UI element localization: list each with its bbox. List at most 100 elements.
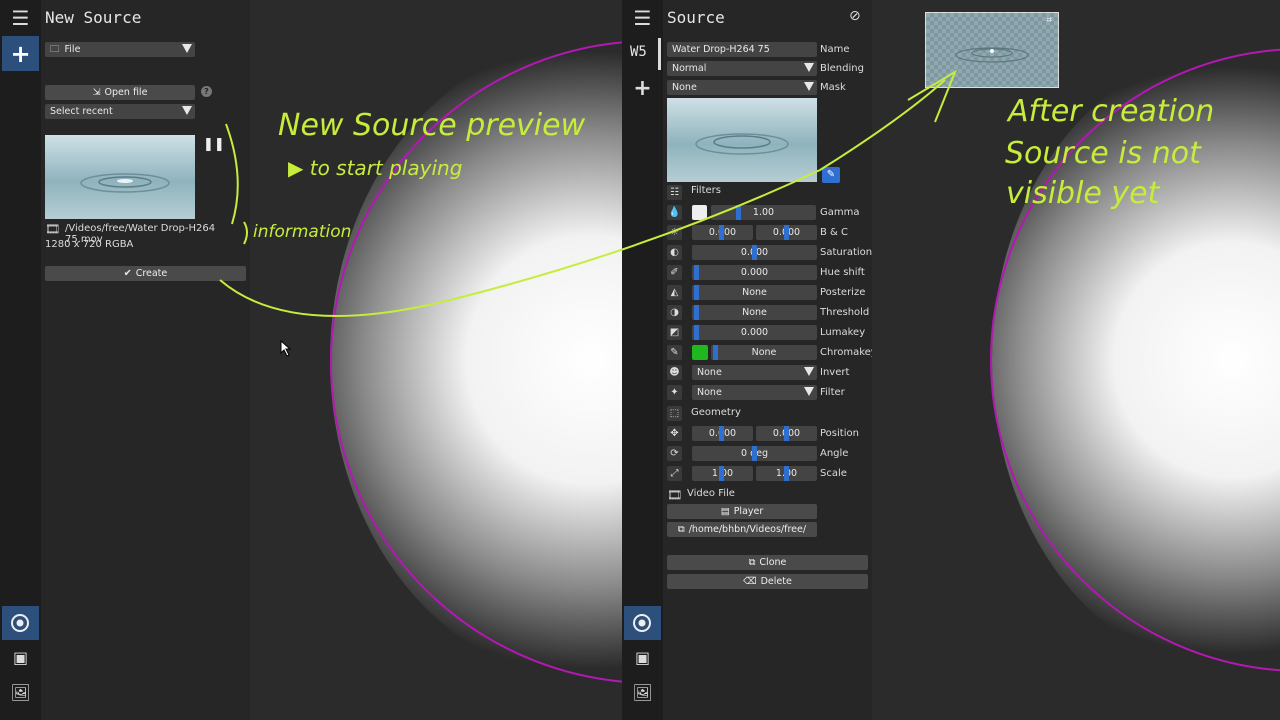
backspace-icon: ⌫ xyxy=(743,576,757,587)
scale-label: Scale xyxy=(820,468,847,479)
angle-label: Angle xyxy=(820,448,849,459)
saturation-label: Saturation xyxy=(820,247,873,258)
position-x-handle[interactable] xyxy=(719,426,724,441)
delete-button[interactable]: ⌫ Delete xyxy=(667,574,868,589)
scale-x-handle[interactable] xyxy=(719,466,724,481)
scale-y-handle[interactable] xyxy=(784,466,789,481)
bc-label: B & C xyxy=(820,227,848,238)
path-label: /home/bhbn/Videos/free/ xyxy=(688,524,807,535)
menu-icon[interactable]: ☰ xyxy=(622,6,663,30)
chromakey-label: Chromakey xyxy=(820,347,877,358)
blending-label: Blending xyxy=(820,63,864,74)
annotation-after-1: After creation xyxy=(1008,94,1215,129)
angle-handle[interactable] xyxy=(752,446,757,461)
pause-icon[interactable]: ❚❚ xyxy=(203,137,225,152)
gamma-slider[interactable]: 1.00 xyxy=(711,205,816,220)
mask-value: None xyxy=(672,82,697,93)
create-button[interactable]: ✔ Create xyxy=(45,266,246,281)
chromakey-slider-handle[interactable] xyxy=(713,345,718,360)
view-mixing-button[interactable] xyxy=(624,606,661,640)
add-source-button[interactable]: + xyxy=(2,36,39,71)
open-file-label: Open file xyxy=(104,87,148,98)
lumakey-label: Lumakey xyxy=(820,327,866,338)
position-y-handle[interactable] xyxy=(784,426,789,441)
layers-icon[interactable]: ▣ xyxy=(0,648,41,667)
chromakey-slider[interactable]: None xyxy=(711,345,817,360)
posterize-label: Posterize xyxy=(820,287,866,298)
hue-slider-handle[interactable] xyxy=(694,265,699,280)
help-icon[interactable]: ? xyxy=(201,86,212,97)
contrast-slider-handle[interactable] xyxy=(784,225,789,240)
new-source-panel: New Source 🗀 File ⇲ Open file ? Select r… xyxy=(41,0,250,720)
player-button[interactable]: ▤ Player xyxy=(667,504,817,519)
mask-select[interactable]: None xyxy=(667,80,817,95)
menu-icon[interactable]: ☰ xyxy=(0,6,41,30)
video-file-title: Video File xyxy=(687,488,735,499)
lumakey-slider[interactable]: 0.000 xyxy=(692,325,817,340)
chromakey-color-swatch[interactable] xyxy=(692,345,708,360)
select-recent-label: Select recent xyxy=(50,106,113,117)
name-input[interactable]: Water Drop-H264 75 xyxy=(667,42,817,57)
invert-select[interactable]: None xyxy=(692,365,817,380)
right-sidebar: ☰ W5 + ▣ 🖼 xyxy=(622,0,663,720)
filters-icon: ☷ xyxy=(667,185,682,200)
resize-icon[interactable]: ⌗ xyxy=(1046,15,1052,26)
gamma-color-swatch[interactable] xyxy=(692,205,707,220)
workspace-label[interactable]: W5 xyxy=(630,44,647,60)
chevron-down-icon xyxy=(804,63,814,72)
add-icon[interactable]: + xyxy=(622,76,663,101)
posterize-slider[interactable]: None xyxy=(692,285,817,300)
name-label: Name xyxy=(820,44,850,55)
blending-select[interactable]: Normal xyxy=(667,61,817,76)
brightness-slider-handle[interactable] xyxy=(719,225,724,240)
folder-icon: 🗀 xyxy=(50,43,60,55)
threshold-icon: ◑ xyxy=(667,305,682,320)
delete-label: Delete xyxy=(760,576,792,587)
threshold-slider[interactable]: None xyxy=(692,305,817,320)
saturation-slider-handle[interactable] xyxy=(752,245,757,260)
filters-title: Filters xyxy=(691,185,721,196)
edit-icon[interactable]: ✎ xyxy=(822,167,840,183)
water-drop-image xyxy=(955,47,1029,63)
clone-button[interactable]: ⧉ Clone xyxy=(667,555,868,570)
chevron-down-icon xyxy=(804,367,814,376)
chromakey-value: None xyxy=(751,347,777,358)
hue-slider[interactable]: 0.000 xyxy=(692,265,817,280)
water-drop-image xyxy=(80,173,170,193)
preview-thumbnail[interactable] xyxy=(45,135,195,219)
threshold-label: Threshold xyxy=(820,307,870,318)
gamma-icon: 💧 xyxy=(667,205,682,220)
blending-value: Normal xyxy=(672,63,707,74)
lumakey-slider-handle[interactable] xyxy=(694,325,699,340)
annotation-preview-sub: ▶ to start playing xyxy=(288,156,463,180)
chevron-down-icon xyxy=(182,106,192,115)
chromakey-icon: ✎ xyxy=(667,345,682,360)
threshold-value: None xyxy=(742,307,767,318)
mask-label: Mask xyxy=(820,82,846,93)
select-recent-dropdown[interactable]: Select recent xyxy=(45,104,195,119)
source-type-select[interactable]: 🗀 File xyxy=(45,42,195,57)
chevron-down-icon xyxy=(804,387,814,396)
mouse-cursor-icon xyxy=(280,340,292,357)
filter-select[interactable]: None xyxy=(692,385,817,400)
lumakey-value: 0.000 xyxy=(740,327,769,338)
open-path-button[interactable]: ⧉ /home/bhbn/Videos/free/ xyxy=(667,522,817,537)
source-preview[interactable] xyxy=(667,98,817,182)
view-mixing-button[interactable] xyxy=(2,606,39,640)
name-value: Water Drop-H264 75 xyxy=(672,44,770,55)
texture-icon[interactable]: 🖼 xyxy=(0,683,41,702)
move-icon: ✥ xyxy=(667,426,682,441)
texture-icon[interactable]: 🖼 xyxy=(622,683,663,702)
threshold-slider-handle[interactable] xyxy=(694,305,699,320)
link-icon[interactable]: ⊘ xyxy=(849,8,861,24)
layers-icon[interactable]: ▣ xyxy=(622,648,663,667)
left-sidebar: ☰ + ▣ 🖼 xyxy=(0,0,41,720)
player-label: Player xyxy=(733,506,764,517)
annotation-after-2: Source is not xyxy=(1005,136,1201,171)
hidden-source-frame[interactable]: ⌗ xyxy=(925,12,1059,88)
invert-label: Invert xyxy=(820,367,850,378)
open-file-button[interactable]: ⇲ Open file xyxy=(45,85,195,100)
gamma-slider-handle[interactable] xyxy=(736,205,741,220)
panel-title: Source xyxy=(667,8,725,27)
posterize-slider-handle[interactable] xyxy=(694,285,699,300)
